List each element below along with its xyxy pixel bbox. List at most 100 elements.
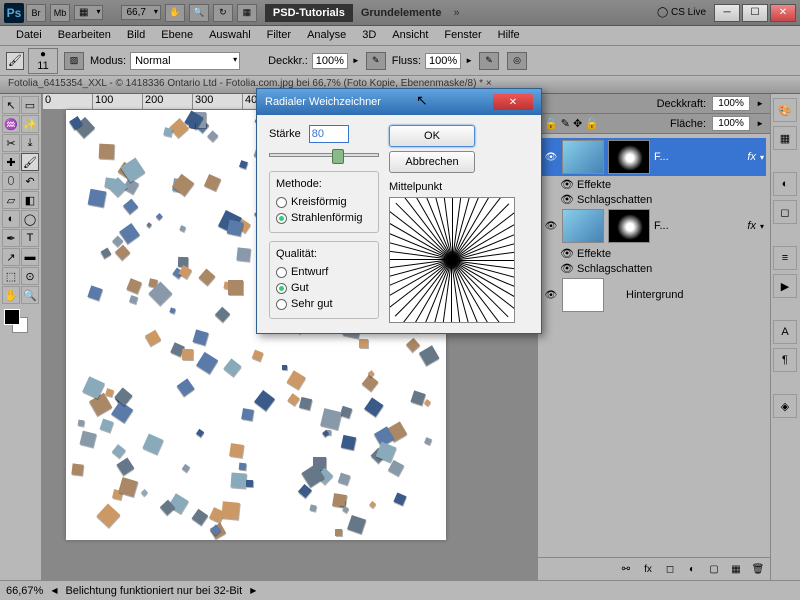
layer-row[interactable]: 👁 F... fx▾ [542,138,766,176]
swatches-panel-icon[interactable]: ▦ [773,126,797,150]
dodge-tool[interactable]: ◯ [21,210,39,228]
layer-name[interactable]: F... [654,151,669,163]
layer-fill-input[interactable] [712,116,750,131]
layer-name[interactable]: Hintergrund [626,289,683,301]
tablet-size-icon[interactable]: ◎ [507,52,527,70]
link-icon[interactable]: ⚯ [618,562,634,576]
brush-tool[interactable]: 🖌 [21,153,39,171]
workspace-more-icon[interactable]: » [454,7,460,19]
actions-panel-icon[interactable]: ▶ [773,274,797,298]
menu-3d[interactable]: 3D [354,26,384,45]
visibility-icon[interactable]: 👁 [544,219,558,233]
bridge-icon[interactable]: Br [26,4,46,22]
wand-tool[interactable]: ✨ [21,115,39,133]
menu-bild[interactable]: Bild [119,26,153,45]
shape-tool[interactable]: ▬ [21,248,39,266]
layer-thumb[interactable] [562,278,604,312]
color-swatches[interactable] [2,309,39,337]
layer-row[interactable]: 👁 F... fx▾ [542,207,766,245]
cancel-button[interactable]: Abbrechen [389,151,475,173]
minimize-button[interactable]: ─ [714,4,740,22]
arrange-dropdown[interactable]: ▦ [74,5,103,20]
flow-input[interactable] [425,53,461,69]
layer-thumb[interactable] [562,209,604,243]
brush-preview[interactable]: 11 [28,48,58,74]
dropshadow-label[interactable]: 👁 Schlagschatten [560,192,766,207]
blur-tool[interactable]: ◐ [2,210,20,228]
mask-icon[interactable]: ◻ [662,562,678,576]
move-tool[interactable]: ↖ [2,96,20,114]
layer-fx-badge[interactable]: fx [747,151,756,163]
menu-fenster[interactable]: Fenster [436,26,489,45]
adjustments-panel-icon[interactable]: ◐ [773,172,797,196]
current-tool-icon[interactable]: 🖌 [6,52,24,70]
method-zoom-radio[interactable]: Strahlenförmig [276,210,372,226]
lock-icons[interactable]: 🔒 ✎ ✥ 🔓 [544,117,599,130]
zoom-icon[interactable]: 🔍 [189,4,209,22]
stamp-tool[interactable]: ⬯ [2,172,20,190]
hand-tool[interactable]: ✋ [2,286,20,304]
history-brush-tool[interactable]: ↶ [21,172,39,190]
layer-opacity-input[interactable] [712,96,750,111]
heal-tool[interactable]: ✚ [2,153,20,171]
layers-panel-icon[interactable]: ◈ [773,394,797,418]
hand-icon[interactable]: ✋ [165,4,185,22]
airbrush-icon[interactable]: ✎ [479,52,499,70]
mode-dropdown[interactable]: Normal [130,52,240,70]
quality-draft-radio[interactable]: Entwurf [276,264,372,280]
menu-analyse[interactable]: Analyse [299,26,354,45]
menu-ebene[interactable]: Ebene [153,26,201,45]
cslive-button[interactable]: CS Live [651,5,712,20]
menu-hilfe[interactable]: Hilfe [490,26,528,45]
mask-thumb[interactable] [608,209,650,243]
layers-panel-header[interactable]: Deckkraft: ► [538,94,770,114]
amount-slider[interactable] [269,153,379,157]
menu-ansicht[interactable]: Ansicht [384,26,436,45]
rotate-icon[interactable]: ↻ [213,4,233,22]
blur-center-preview[interactable] [389,197,515,323]
effects-label[interactable]: 👁 Effekte [560,246,766,261]
layer-thumb[interactable] [562,140,604,174]
pen-tool[interactable]: ✒ [2,229,20,247]
workspace-tab-grund[interactable]: Grundelemente [353,4,450,22]
close-button[interactable]: ✕ [770,4,796,22]
quality-good-radio[interactable]: Gut [276,280,372,296]
grid-icon[interactable]: ▦ [237,4,257,22]
marquee-tool[interactable]: ▭ [21,96,39,114]
dialog-titlebar[interactable]: Radialer Weichzeichner ✕ [257,89,541,115]
3d-tool[interactable]: ⬚ [2,267,20,285]
gradient-tool[interactable]: ◧ [21,191,39,209]
menu-bearbeiten[interactable]: Bearbeiten [50,26,119,45]
brush-panel-icon[interactable]: ▨ [64,52,84,70]
folder-icon[interactable]: ▢ [706,562,722,576]
layer-name[interactable]: F... [654,220,669,232]
camera-tool[interactable]: ⊙ [21,267,39,285]
mask-thumb[interactable] [608,140,650,174]
layer-row-bg[interactable]: 👁 Hintergrund [542,276,766,314]
character-panel-icon[interactable]: A [773,320,797,344]
layer-fx-badge[interactable]: fx [747,220,756,232]
trash-icon[interactable]: 🗑 [750,562,766,576]
amount-input[interactable] [309,125,349,143]
zoom-dropdown[interactable]: 66,7 [121,5,160,20]
mini-bridge-icon[interactable]: Mb [50,4,70,22]
eyedropper-tool[interactable]: ⤓ [21,134,39,152]
history-panel-icon[interactable]: ≡ [773,246,797,270]
fx-icon[interactable]: fx [640,562,656,576]
dropshadow-label[interactable]: 👁 Schlagschatten [560,261,766,276]
effects-label[interactable]: 👁 Effekte [560,177,766,192]
menu-auswahl[interactable]: Auswahl [201,26,259,45]
menu-filter[interactable]: Filter [259,26,299,45]
color-panel-icon[interactable]: 🎨 [773,98,797,122]
paragraph-panel-icon[interactable]: ¶ [773,348,797,372]
maximize-button[interactable]: ☐ [742,4,768,22]
new-layer-icon[interactable]: ▦ [728,562,744,576]
crop-tool[interactable]: ✂ [2,134,20,152]
dialog-close-button[interactable]: ✕ [493,94,533,110]
adjustment-icon[interactable]: ◐ [684,562,700,576]
zoom-tool[interactable]: 🔍 [21,286,39,304]
visibility-icon[interactable]: 👁 [544,288,558,302]
quality-best-radio[interactable]: Sehr gut [276,296,372,312]
lasso-tool[interactable]: ♒ [2,115,20,133]
status-zoom[interactable]: 66,67% [6,585,43,597]
